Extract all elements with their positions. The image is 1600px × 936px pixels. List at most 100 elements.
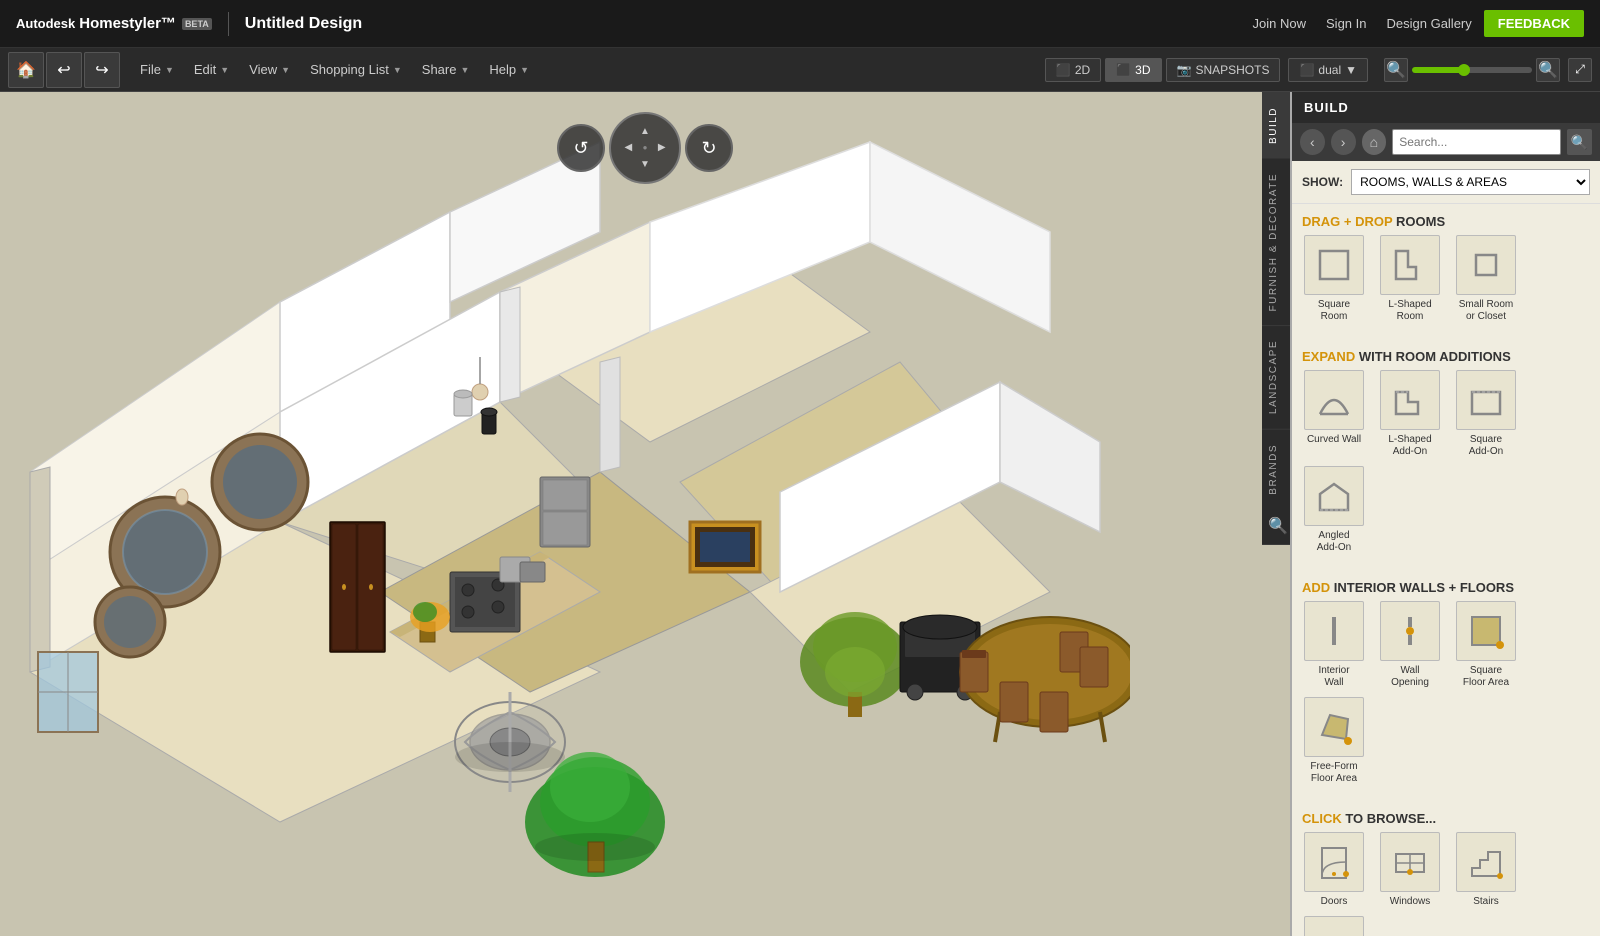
l-shaped-addon-item[interactable]: L-ShapedAdd-On [1376,370,1444,458]
wall-opening-item[interactable]: WallOpening [1376,601,1444,689]
show-row: SHOW: ROOMS, WALLS & AREAS ALL ITEMS FAV… [1292,161,1600,204]
expand-header: EXPAND WITH ROOM ADDITIONS [1292,339,1600,370]
zoom-bar: 🔍 🔍 ⤢ [1384,58,1592,82]
doors-item[interactable]: Doors [1300,832,1368,908]
freeform-floor-item[interactable]: Free-FormFloor Area [1300,697,1368,785]
snapshots-button[interactable]: 📷 SNAPSHOTS [1166,58,1281,82]
stairs-icon-box [1456,832,1516,892]
angled-addon-item[interactable]: AngledAdd-On [1300,466,1368,554]
panel-search-button[interactable]: 🔍 [1567,129,1592,155]
panel-search-input[interactable] [1392,129,1561,155]
fireplaces-item[interactable]: Fireplaces [1300,916,1368,936]
l-shaped-room-icon-box [1380,235,1440,295]
pan-up-button[interactable]: ▲ [638,124,653,139]
drag-drop-header: DRAG + DROP ROOMS [1292,204,1600,235]
stairs-icon [1464,840,1508,884]
pan-left-button[interactable]: ◀ [621,141,636,156]
main-area: ↺ ▲ ◀ ● ▶ ▼ ↻ BUILD FURNISH & DECORATE L… [0,92,1600,936]
interior-wall-icon [1312,609,1356,653]
windows-icon-box [1380,832,1440,892]
zoom-out-button[interactable]: 🔍 [1384,58,1408,82]
l-shaped-addon-label: L-ShapedAdd-On [1388,434,1431,458]
panel-home-button[interactable]: ⌂ [1362,129,1387,155]
redo-button[interactable]: ↪ [84,52,120,88]
canvas-area[interactable]: ↺ ▲ ◀ ● ▶ ▼ ↻ [0,92,1290,936]
doors-icon [1312,840,1356,884]
feedback-button[interactable]: FEEDBACK [1484,10,1584,37]
walls-floors-grid: InteriorWall WallOpening [1292,601,1600,793]
brands-tab[interactable]: BRANDS [1262,429,1290,509]
square-room-icon [1312,243,1356,287]
view-menu[interactable]: View ▼ [239,56,300,83]
3d-icon: ⬛ [1116,63,1131,77]
curved-wall-icon-box [1304,370,1364,430]
homestyler-text: Homestyler™ [79,15,176,32]
design-gallery-link[interactable]: Design Gallery [1387,16,1472,31]
walls-floors-header: ADD INTERIOR WALLS + FLOORS [1292,570,1600,601]
logo: Autodesk Homestyler™ BETA [16,15,212,32]
doors-label: Doors [1321,896,1348,908]
windows-icon [1388,840,1432,884]
drag-text: DRAG + DROP [1302,214,1392,229]
page-title: Untitled Design [245,15,362,33]
directional-arrows: ▲ ◀ ● ▶ ▼ [621,124,669,172]
pan-down-button[interactable]: ▼ [638,157,653,172]
angled-addon-icon-box [1304,466,1364,526]
share-menu[interactable]: Share ▼ [412,56,480,83]
dual-button[interactable]: ⬛ dual ▼ [1288,58,1368,82]
zoom-thumb[interactable] [1458,64,1470,76]
stairs-item[interactable]: Stairs [1452,832,1520,908]
square-floor-label: SquareFloor Area [1463,665,1509,689]
nav-center-control[interactable]: ▲ ◀ ● ▶ ▼ [609,112,681,184]
browse-grid: Doors Windows [1292,832,1600,936]
panel-forward-button[interactable]: › [1331,129,1356,155]
interior-wall-item[interactable]: InteriorWall [1300,601,1368,689]
zoom-in-button[interactable]: 🔍 [1536,58,1560,82]
pan-right-button[interactable]: ▶ [654,141,669,156]
home-menu-button[interactable]: 🏠 [8,52,44,88]
shopping-menu[interactable]: Shopping List ▼ [300,56,412,83]
view-mode-group: ⬛ 2D ⬛ 3D 📷 SNAPSHOTS ⬛ dual ▼ [1045,58,1376,82]
edit-menu[interactable]: Edit ▼ [184,56,239,83]
zoom-in-icon: 🔍 [1538,60,1558,80]
build-tab[interactable]: BUILD [1262,92,1290,158]
join-now-link[interactable]: Join Now [1253,16,1306,31]
zoom-slider[interactable] [1412,67,1532,73]
title-divider [228,12,229,36]
rotate-right-button[interactable]: ↻ [685,124,733,172]
sign-in-link[interactable]: Sign In [1326,16,1366,31]
interior-walls-text: INTERIOR WALLS + FLOORS [1334,580,1514,595]
freeform-floor-icon [1312,705,1356,749]
l-shaped-addon-icon [1388,378,1432,422]
small-room-label: Small Roomor Closet [1459,299,1513,323]
mode-3d-button[interactable]: ⬛ 3D [1105,58,1161,82]
small-room-item[interactable]: Small Roomor Closet [1452,235,1520,323]
help-menu[interactable]: Help ▼ [479,56,539,83]
share-menu-arrow: ▼ [460,65,469,75]
square-floor-item[interactable]: SquareFloor Area [1452,601,1520,689]
wall-opening-icon-box [1380,601,1440,661]
rotate-left-button[interactable]: ↺ [557,124,605,172]
square-floor-icon [1464,609,1508,653]
3d-scene [0,92,1130,936]
with-room-additions-text: WITH ROOM ADDITIONS [1359,349,1511,364]
square-addon-item[interactable]: SquareAdd-On [1452,370,1520,458]
furnish-tab[interactable]: FURNISH & DECORATE [1262,158,1290,326]
mode-2d-button[interactable]: ⬛ 2D [1045,58,1101,82]
square-room-item[interactable]: SquareRoom [1300,235,1368,323]
landscape-tab[interactable]: LANDSCAPE [1262,325,1290,428]
undo-button[interactable]: ↩ [46,52,82,88]
angled-addon-icon [1312,474,1356,518]
show-select[interactable]: ROOMS, WALLS & AREAS ALL ITEMS FAVORITES [1351,169,1590,195]
nav-center-dot[interactable]: ● [638,141,653,156]
l-shaped-room-item[interactable]: L-ShapedRoom [1376,235,1444,323]
fullscreen-button[interactable]: ⤢ [1568,58,1592,82]
panel-top-nav: ‹ › ⌂ 🔍 [1292,123,1600,161]
magnify-button[interactable]: 🔍 [1262,508,1290,545]
file-menu[interactable]: File ▼ [130,56,184,83]
windows-label: Windows [1390,896,1431,908]
additions-grid: Curved Wall L-ShapedAdd-On [1292,370,1600,562]
panel-back-button[interactable]: ‹ [1300,129,1325,155]
curved-wall-item[interactable]: Curved Wall [1300,370,1368,458]
windows-item[interactable]: Windows [1376,832,1444,908]
